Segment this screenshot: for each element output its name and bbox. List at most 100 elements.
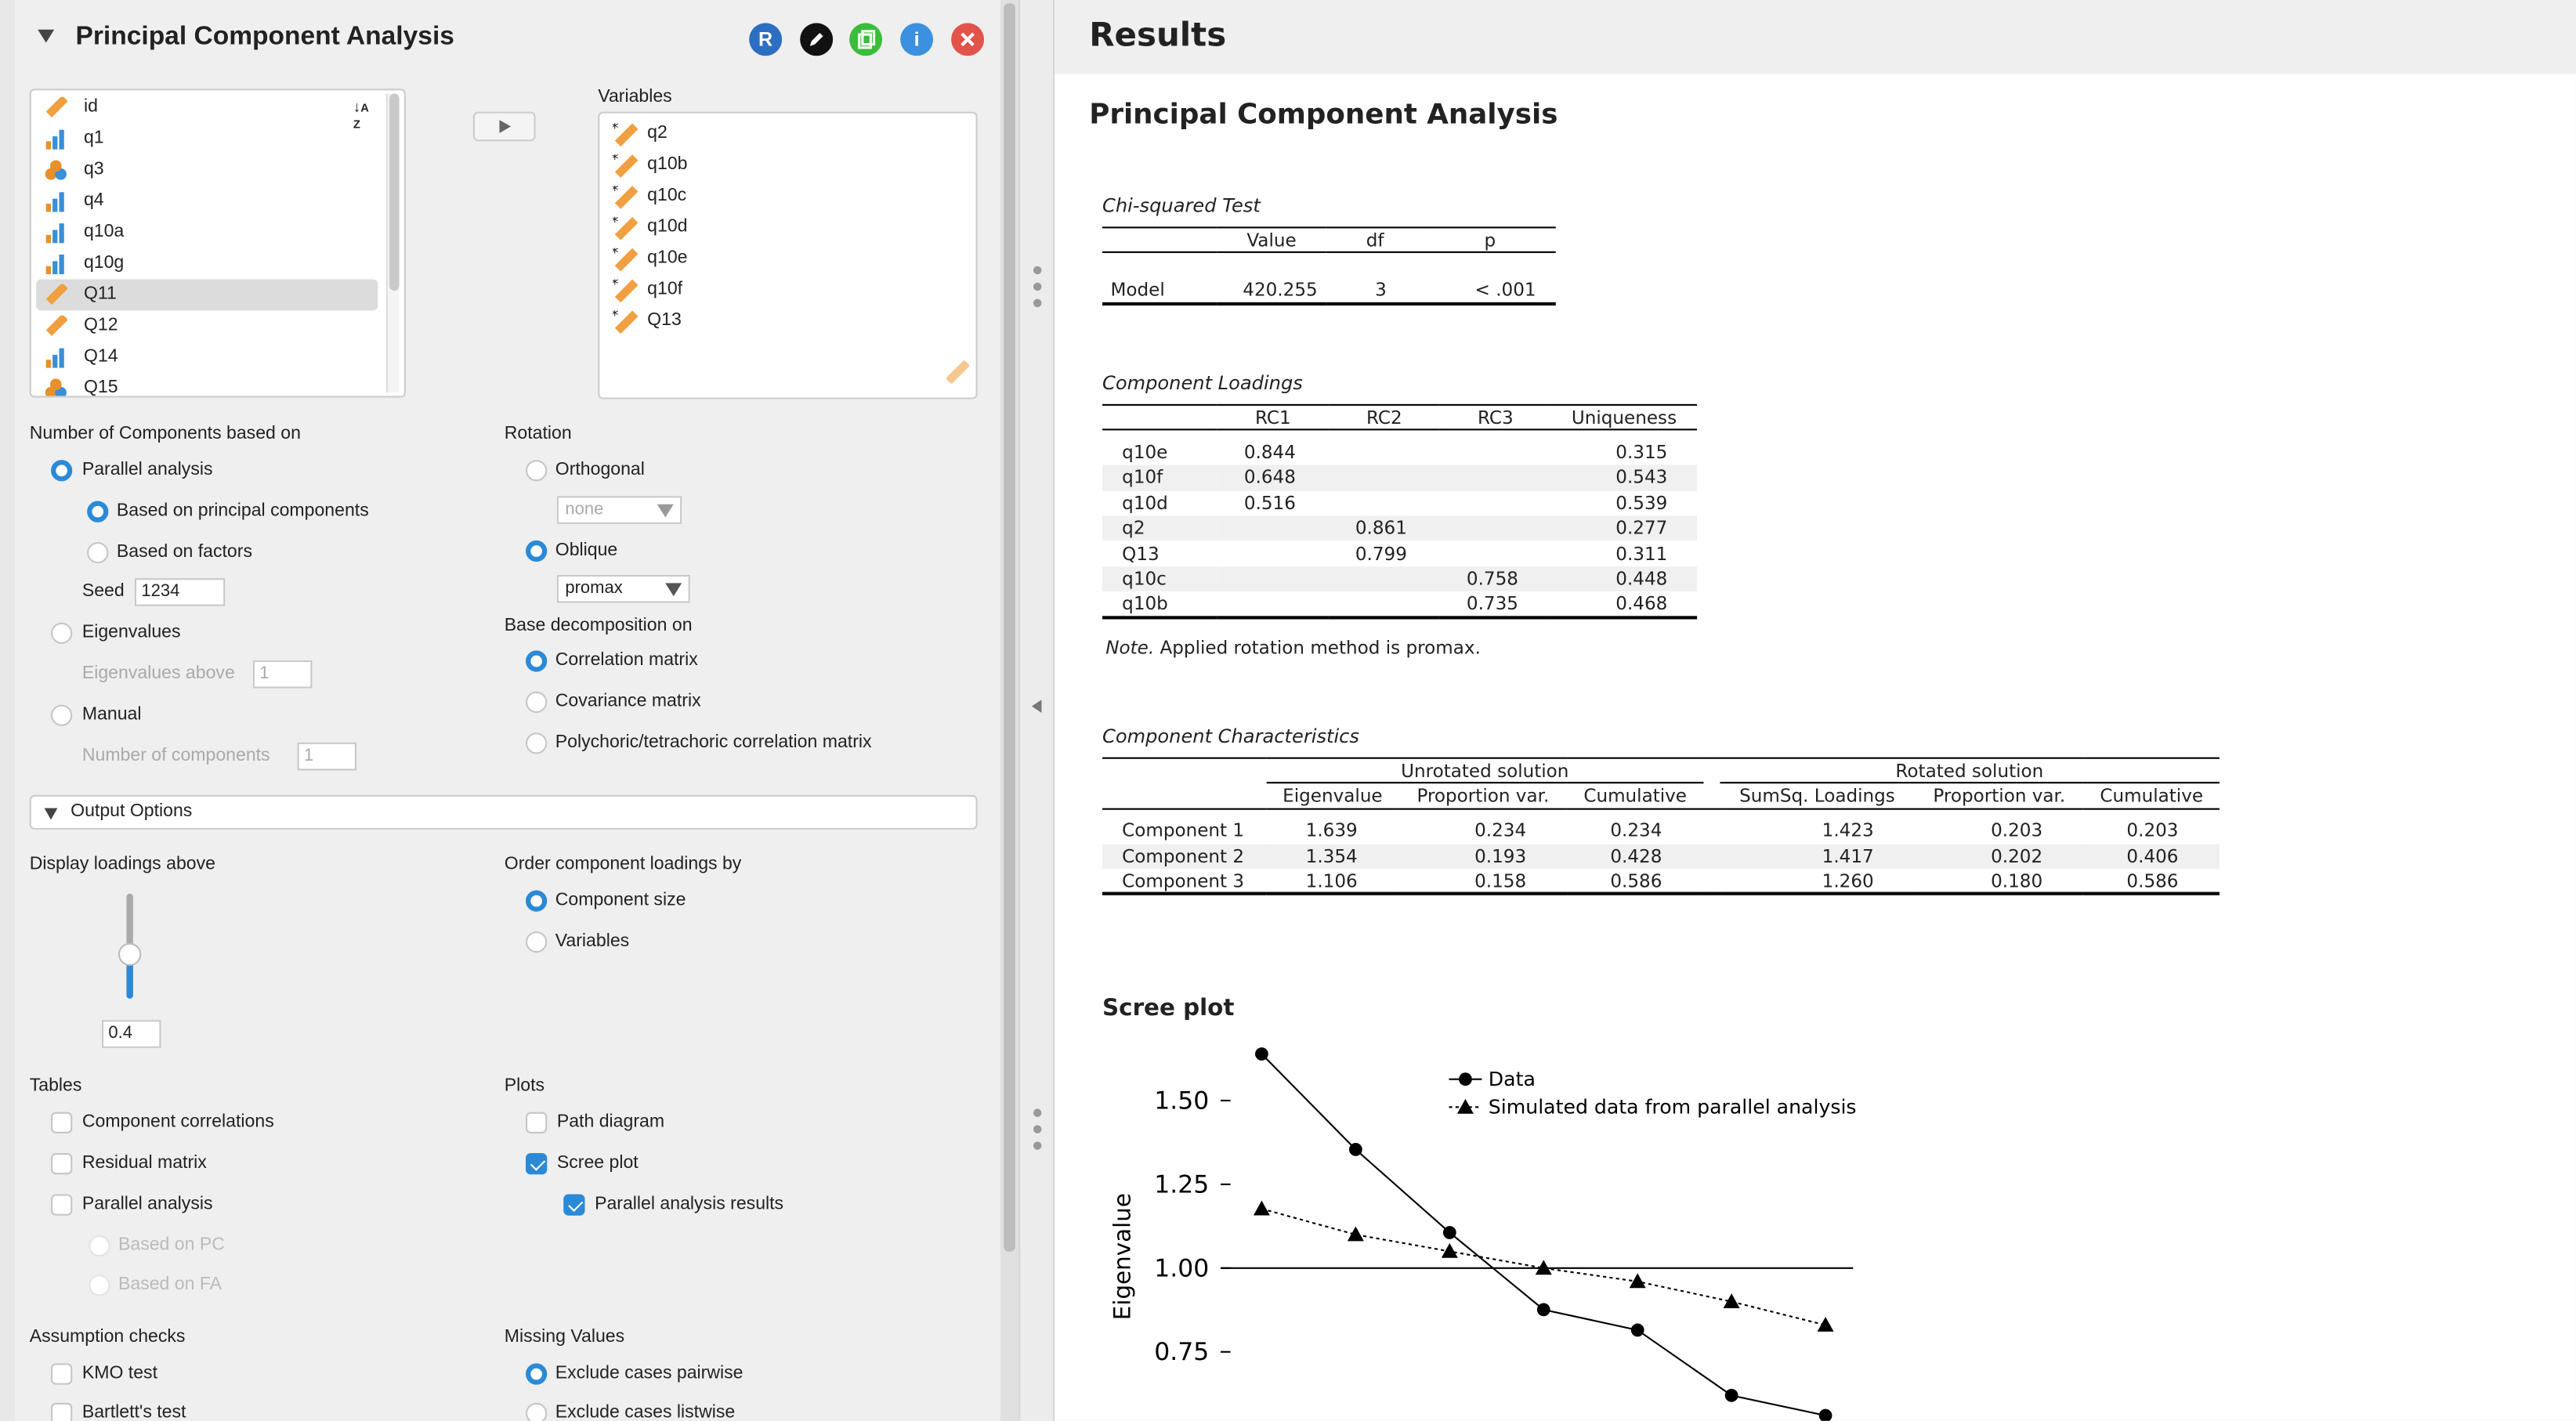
output-options-header[interactable]: Output Options	[29, 794, 978, 830]
parallel-results-checkbox[interactable]	[563, 1194, 585, 1216]
table-row: q10d 0.516 0.539	[1102, 490, 1697, 515]
based-pc-radio[interactable]	[87, 501, 109, 522]
variable-label: Q13	[647, 310, 682, 331]
kmo-test-checkbox[interactable]	[51, 1363, 73, 1385]
collapse-arrow-icon[interactable]	[38, 29, 55, 43]
loadings-cell: 0.543	[1615, 467, 1668, 489]
correlation-matrix-radio[interactable]	[526, 650, 548, 672]
assigned-variable-item[interactable]: * q10b	[605, 150, 966, 181]
info-icon[interactable]: i	[900, 23, 934, 56]
assigned-variable-item[interactable]: * Q13	[605, 306, 966, 337]
available-variable-item[interactable]: q10a	[36, 217, 378, 248]
chi-squared-table: Value df p Model 420.255 3 < .001	[1102, 226, 1556, 306]
available-variable-item[interactable]: Q14	[36, 342, 378, 373]
manual-radio[interactable]	[51, 704, 73, 726]
eigenvalues-above-input[interactable]: 1	[252, 660, 313, 689]
characteristics-header	[1102, 783, 1267, 808]
simulated-point	[1347, 1226, 1364, 1242]
loadings-cell	[1440, 440, 1551, 465]
variable-label: q10c	[647, 185, 687, 206]
available-variables-list[interactable]: id q1 q3 q4 q10a q10g Q11 Q12 Q14 Q15 ↓A Z	[29, 89, 406, 398]
edit-pencil-icon[interactable]	[800, 23, 834, 56]
available-variable-item[interactable]: Q15	[36, 373, 378, 396]
loadings-value-input[interactable]: 0.4	[102, 1020, 161, 1048]
chi-cell: < .001	[1474, 279, 1536, 301]
characteristics-header: Eigenvalue	[1283, 785, 1383, 807]
variables-list[interactable]: * q2 * q10b * q10c * q10d * q10e * q10f * Q13	[598, 111, 978, 400]
loadings-cell: 0.844	[1243, 442, 1296, 464]
eigenvalues-label: Eigenvalues	[81, 622, 181, 642]
available-variable-item[interactable]: q3	[36, 154, 378, 186]
options-scrollbar[interactable]	[1000, 0, 1019, 1421]
loadings-cell: 0.758	[1466, 568, 1518, 590]
simulated-point	[1253, 1200, 1270, 1216]
oblique-radio[interactable]	[526, 540, 548, 562]
ruler-icon: *	[611, 276, 639, 303]
scrollbar[interactable]	[385, 93, 400, 393]
loadings-cell: q10e	[1122, 442, 1168, 464]
sort-icon[interactable]: ↓A Z	[353, 99, 369, 133]
loadings-header: Uniqueness	[1571, 407, 1677, 428]
assigned-variable-item[interactable]: * q10d	[605, 212, 966, 244]
exclude-pairwise-radio[interactable]	[526, 1363, 548, 1385]
duplicate-icon[interactable]	[849, 23, 883, 56]
chi-header	[1102, 227, 1217, 252]
assigned-variable-item[interactable]: * q10f	[605, 274, 966, 306]
order-loadings-title: Order component loadings by	[504, 854, 742, 874]
based-on-pc-radio[interactable]	[89, 1235, 110, 1257]
panel-splitter[interactable]	[1018, 0, 1055, 1421]
path-diagram-checkbox[interactable]	[526, 1112, 548, 1134]
orthogonal-radio[interactable]	[526, 460, 548, 482]
display-loadings-title: Display loadings above	[29, 854, 215, 874]
residual-matrix-checkbox[interactable]	[51, 1153, 73, 1175]
exclude-listwise-radio[interactable]	[526, 1402, 548, 1421]
assigned-variable-item[interactable]: * q10c	[605, 181, 966, 212]
y-tick-label: 1.50	[1154, 1087, 1209, 1115]
eigenvalues-radio[interactable]	[51, 622, 73, 644]
available-variable-item[interactable]: Q11	[36, 279, 378, 311]
oblique-select[interactable]: promax	[556, 574, 690, 603]
r-syntax-icon[interactable]: R	[749, 23, 783, 56]
available-variable-item[interactable]: q4	[36, 186, 378, 217]
table-row: Component 2 1.354 0.193 0.428 1.417 0.202 0.40…	[1102, 844, 2220, 870]
characteristics-cell: Component 2	[1122, 845, 1245, 867]
missing-values-title: Missing Values	[504, 1327, 625, 1347]
chi-cell: 420.255	[1243, 279, 1318, 301]
assign-arrow-button[interactable]	[472, 111, 536, 142]
covariance-matrix-radio[interactable]	[526, 691, 548, 714]
based-pc-label: Based on principal components	[116, 501, 369, 521]
scree-plot-checkbox[interactable]	[526, 1153, 548, 1175]
base-decomposition-title: Base decomposition on	[504, 616, 693, 636]
number-components-input[interactable]: 1	[297, 742, 357, 771]
available-variable-item[interactable]: q1	[36, 123, 378, 154]
close-icon[interactable]	[951, 23, 985, 56]
polychoric-matrix-radio[interactable]	[526, 732, 548, 754]
loadings-slider-handle[interactable]	[118, 942, 142, 966]
bar-chart-icon	[45, 346, 67, 368]
seed-input[interactable]: 1234	[134, 578, 226, 606]
collapse-left-icon[interactable]	[1031, 700, 1042, 714]
results-panel: Results Principal Component Analysis Chi…	[1055, 0, 2576, 1421]
available-variable-item[interactable]: id	[36, 92, 378, 123]
component-correlations-checkbox[interactable]	[51, 1112, 73, 1134]
based-factors-radio[interactable]	[87, 541, 109, 564]
orthogonal-select[interactable]: none	[556, 496, 682, 524]
parallel-analysis-radio[interactable]	[51, 460, 73, 482]
characteristics-cell: 0.234	[1610, 820, 1662, 842]
assigned-variable-item[interactable]: * q10e	[605, 243, 966, 274]
loadings-cell: 0.468	[1615, 592, 1668, 615]
y-tick-label: 1.25	[1154, 1170, 1209, 1199]
loadings-cell	[1440, 541, 1551, 566]
ruler-icon: *	[611, 213, 639, 240]
parallel-analysis-checkbox[interactable]	[51, 1194, 73, 1216]
based-on-fa-radio[interactable]	[89, 1275, 110, 1296]
available-variable-item[interactable]: Q12	[36, 310, 378, 342]
variable-label: q10a	[83, 222, 125, 242]
component-size-radio[interactable]	[526, 890, 548, 912]
available-variable-item[interactable]: q10g	[36, 248, 378, 280]
plots-title: Plots	[504, 1076, 545, 1096]
bartlett-test-checkbox[interactable]	[51, 1402, 73, 1421]
order-variables-radio[interactable]	[526, 931, 548, 953]
note-text: Applied rotation method is promax.	[1154, 637, 1481, 659]
assigned-variable-item[interactable]: * q2	[605, 118, 966, 150]
